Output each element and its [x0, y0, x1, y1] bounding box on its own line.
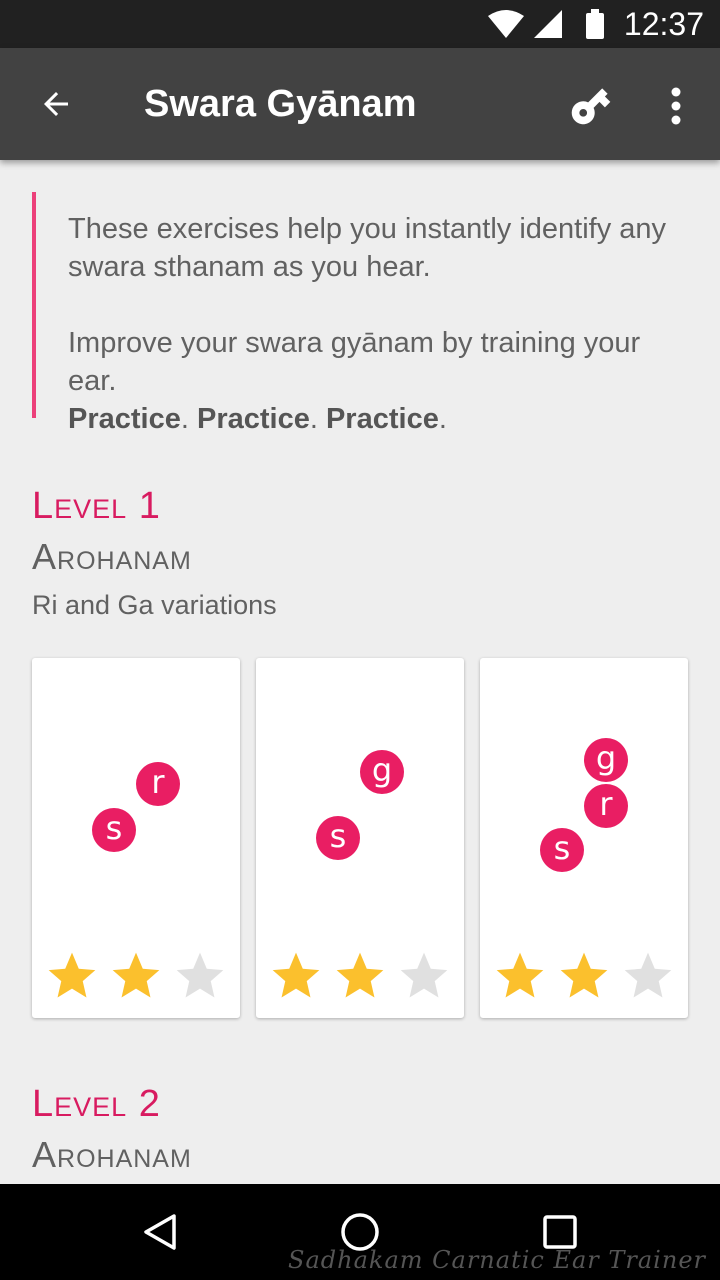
practice-word-1: Practice — [68, 403, 181, 435]
nav-recents-icon — [543, 1215, 577, 1249]
swara-note-r: r — [584, 784, 628, 828]
back-button[interactable] — [26, 74, 86, 134]
practice-sep-3: . — [438, 403, 447, 435]
intro-text-2-main: Improve your swara gyānam by training yo… — [68, 327, 641, 397]
nav-back-button[interactable] — [130, 1202, 190, 1262]
swara-note-s: s — [316, 816, 360, 860]
star-empty-icon — [624, 952, 672, 998]
star-empty-icon — [400, 952, 448, 998]
swara-note-s: s — [540, 828, 584, 872]
star-filled-icon — [496, 952, 544, 998]
practice-word-2: Practice — [196, 403, 310, 435]
status-icons — [488, 9, 604, 39]
star-filled-icon — [560, 952, 608, 998]
intro-quote: These exercises help you instantly ident… — [32, 192, 692, 435]
watermark: Sadhakam Carnatic Ear Trainer — [288, 1246, 706, 1274]
wifi-icon — [488, 10, 524, 38]
status-bar: 12:37 — [0, 0, 720, 48]
star-filled-icon — [112, 952, 160, 998]
exercise-card-1[interactable]: s r — [32, 658, 240, 1018]
arrow-back-icon — [44, 92, 68, 116]
star-rating — [268, 948, 458, 1004]
exercise-card-2[interactable]: s g — [256, 658, 464, 1018]
swara-note-g: g — [584, 738, 628, 782]
star-filled-icon — [272, 952, 320, 998]
more-vert-icon — [671, 87, 681, 125]
practice-sep-1: . — [180, 403, 189, 435]
key-button[interactable] — [560, 76, 620, 136]
intro-text-2: Improve your swara gyānam by training yo… — [68, 324, 692, 438]
battery-icon — [586, 9, 604, 39]
star-filled-icon — [336, 952, 384, 998]
swara-note-g: g — [360, 750, 404, 794]
cell-signal-icon — [534, 10, 562, 38]
star-filled-icon — [48, 952, 96, 998]
content-scroll[interactable]: These exercises help you instantly ident… — [0, 160, 720, 1184]
star-rating — [492, 948, 682, 1004]
swara-note-r: r — [136, 762, 180, 806]
star-empty-icon — [176, 952, 224, 998]
level-2-heading: Level 2 — [32, 1083, 161, 1125]
app-bar: Swara Gyānam — [0, 48, 720, 160]
level-1-description: Ri and Ga variations — [32, 590, 277, 620]
key-icon — [571, 88, 611, 125]
page-title: Swara Gyānam — [144, 83, 417, 125]
practice-sep-2: . — [309, 403, 318, 435]
swara-note-s: s — [92, 808, 136, 852]
exercise-card-3[interactable]: s r g — [480, 658, 688, 1018]
navigation-bar: Sadhakam Carnatic Ear Trainer — [0, 1184, 720, 1280]
status-time: 12:37 — [623, 6, 704, 42]
level-1-heading: Level 1 — [32, 485, 161, 527]
level-1-title: Arohanam — [32, 536, 192, 577]
level-2-title: Arohanam — [32, 1134, 192, 1175]
intro-text-1: These exercises help you instantly ident… — [68, 213, 667, 283]
nav-back-icon — [144, 1214, 176, 1250]
more-options-button[interactable] — [650, 76, 702, 136]
star-rating — [44, 948, 234, 1004]
practice-word-3: Practice — [325, 403, 439, 435]
